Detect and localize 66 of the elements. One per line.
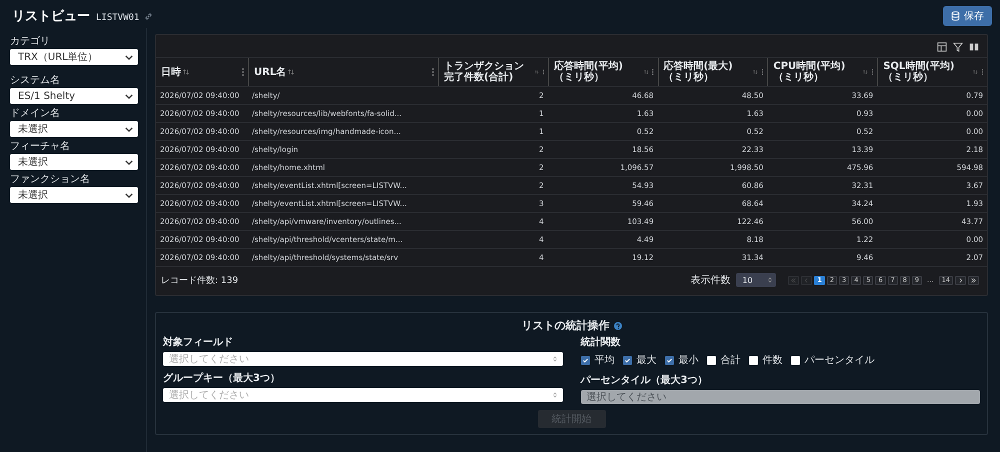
view-code: LISTVW01	[96, 13, 140, 23]
next-page-button[interactable]	[955, 276, 966, 284]
checkbox-label: 件数	[762, 354, 782, 367]
filter-label: ドメイン名	[10, 107, 61, 120]
sort-icon[interactable]	[863, 69, 868, 75]
chevron-down-icon	[125, 192, 133, 198]
checkbox-label: 最小	[678, 354, 698, 367]
column-header[interactable]: SQL時間(平均)（ミリ秒）	[883, 61, 972, 83]
filter-select[interactable]: 未選択	[10, 187, 138, 203]
filter-label: カテゴリ	[10, 35, 51, 48]
database-icon	[951, 11, 960, 21]
sort-icon[interactable]	[753, 69, 758, 75]
filter-select[interactable]: 未選択	[10, 121, 138, 137]
chevron-left-icon	[804, 278, 810, 282]
page-size-label: 表示件数	[690, 274, 730, 287]
column-header[interactable]: URL名	[254, 66, 286, 78]
link-icon[interactable]	[145, 13, 152, 20]
save-button[interactable]: 保存	[943, 6, 992, 26]
checkbox[interactable]	[706, 356, 716, 364]
columns-icon[interactable]	[969, 42, 979, 52]
filter-label: システム名	[10, 74, 61, 87]
checkbox-label: パーセンタイル	[804, 354, 874, 367]
checkbox[interactable]	[790, 356, 800, 364]
checkbox[interactable]	[664, 356, 674, 364]
up-down-icon	[552, 356, 556, 362]
chevron-right-icon	[958, 278, 963, 282]
field-label: 対象フィールド	[163, 335, 234, 349]
last-page-button[interactable]	[968, 276, 979, 284]
filter-select[interactable]: 未選択	[10, 154, 138, 170]
column-header[interactable]: 応答時間(平均)（ミリ秒）	[554, 61, 642, 83]
filter-label: フィーチャ名	[10, 140, 71, 153]
sort-icon[interactable]	[644, 69, 648, 75]
chevron-down-icon	[125, 94, 133, 98]
checkbox[interactable]	[748, 356, 758, 364]
column-header[interactable]: 日時	[161, 66, 181, 78]
field-label: グループキー（最大3つ）	[163, 371, 281, 385]
field-label: パーセンタイル（最大3つ）	[580, 374, 708, 387]
statistics-title: リストの統計操作	[522, 318, 610, 333]
chevron-down-icon	[125, 126, 133, 132]
chevron-down-icon	[125, 54, 133, 60]
column-header[interactable]: トランザクション完了件数(合計)	[444, 61, 534, 83]
column-header[interactable]: CPU時間(平均)（ミリ秒）	[773, 61, 862, 83]
checkbox[interactable]	[580, 356, 590, 364]
filter-select[interactable]: ES/1 Shelty	[10, 88, 138, 104]
up-down-icon	[552, 392, 556, 398]
field-label: 統計関数	[580, 336, 622, 349]
double-chevron-right-icon	[971, 278, 976, 282]
checkbox-label: 平均	[594, 354, 614, 367]
sort-icon[interactable]	[183, 69, 189, 75]
record-count: レコード件数: 139	[161, 274, 238, 286]
page-title: リストビュー	[12, 8, 90, 25]
page-size-select[interactable]: 10	[736, 273, 776, 287]
sort-icon[interactable]	[973, 69, 978, 75]
table-icon[interactable]	[937, 42, 947, 52]
help-icon[interactable]	[614, 322, 622, 330]
filter-select[interactable]: TRX（URL単位）	[10, 49, 138, 65]
sort-icon[interactable]	[288, 69, 294, 75]
filter-label: ファンクション名	[10, 173, 91, 186]
checkbox[interactable]	[622, 356, 632, 364]
up-down-icon	[768, 277, 772, 283]
checkbox-label: 最大	[636, 354, 656, 367]
chevron-down-icon	[125, 160, 133, 164]
double-chevron-left-icon	[791, 278, 796, 282]
checkbox-label: 合計	[720, 354, 740, 367]
column-header[interactable]: 応答時間(最大)（ミリ秒）	[664, 61, 752, 83]
filter-icon[interactable]	[953, 42, 963, 52]
